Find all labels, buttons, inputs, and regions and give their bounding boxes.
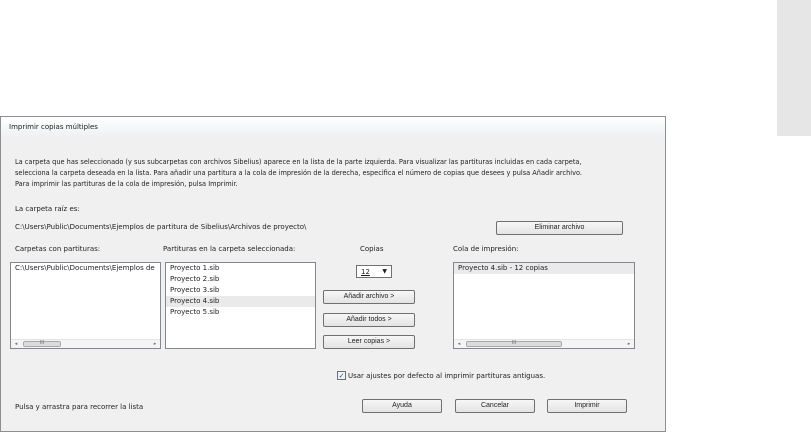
copies-select[interactable]: 12 ▼ xyxy=(356,265,392,278)
scroll-right-icon[interactable]: ▸ xyxy=(625,340,633,348)
list-item[interactable]: Proyecto 2.sib xyxy=(166,274,315,285)
print-queue-listbox[interactable]: Proyecto 4.sib - 12 copias ◂ III ▸ xyxy=(453,262,635,349)
dialog-description: La carpeta que has seleccionado (y sus s… xyxy=(15,158,583,188)
list-item[interactable]: Proyecto 5.sib xyxy=(166,307,315,318)
list-item[interactable]: Proyecto 3.sib xyxy=(166,285,315,296)
print-queue-label: Cola de impresión: xyxy=(453,245,519,253)
copies-value: 12 xyxy=(361,268,370,276)
scrollbar-thumb[interactable]: III xyxy=(23,341,61,347)
scroll-right-icon[interactable]: ▸ xyxy=(151,340,159,348)
root-folder-path: C:\Users\Public\Documents\Ejemplos de pa… xyxy=(15,223,307,231)
side-panel-tab xyxy=(777,0,811,136)
scores-list-label: Partituras en la carpeta seleccionada: xyxy=(163,245,296,253)
print-multiple-copies-dialog: Imprimir copias múltiples La carpeta que… xyxy=(0,116,666,432)
queue-horizontal-scrollbar[interactable]: ◂ III ▸ xyxy=(454,339,634,348)
dialog-titlebar: Imprimir copias múltiples xyxy=(1,117,665,137)
add-all-button[interactable]: Añadir todos > xyxy=(323,313,415,327)
copies-label: Copias xyxy=(360,245,384,253)
scroll-left-icon[interactable]: ◂ xyxy=(455,340,463,348)
use-defaults-label[interactable]: Usar ajustes por defecto al imprimir par… xyxy=(348,372,545,380)
scrollbar-thumb[interactable]: III xyxy=(466,341,562,347)
help-button[interactable]: Ayuda xyxy=(362,399,442,413)
folders-horizontal-scrollbar[interactable]: ◂ III ▸ xyxy=(11,339,160,348)
scroll-left-icon[interactable]: ◂ xyxy=(12,340,20,348)
remove-file-button[interactable]: Eliminar archivo xyxy=(496,221,623,235)
root-folder-label: La carpeta raíz es: xyxy=(15,205,80,213)
folders-listbox[interactable]: C:\Users\Public\Documents\Ejemplos de ◂ … xyxy=(10,262,161,349)
list-item[interactable]: Proyecto 1.sib xyxy=(166,263,315,274)
scroll-hint-text: Pulsa y arrastra para recorrer la lista xyxy=(15,403,144,411)
cancel-button[interactable]: Cancelar xyxy=(455,399,535,413)
list-item-selected[interactable]: Proyecto 4.sib xyxy=(166,296,315,307)
chevron-down-icon[interactable]: ▼ xyxy=(382,268,387,275)
scores-listbox[interactable]: Proyecto 1.sib Proyecto 2.sib Proyecto 3… xyxy=(165,262,316,349)
folders-list-label: Carpetas con partituras: xyxy=(15,245,101,253)
use-defaults-checkbox[interactable]: ✓ xyxy=(337,371,346,380)
dialog-title: Imprimir copias múltiples xyxy=(9,123,98,131)
print-button[interactable]: Imprimir xyxy=(547,399,627,413)
list-item-selected[interactable]: Proyecto 4.sib - 12 copias xyxy=(454,263,634,274)
list-item[interactable]: C:\Users\Public\Documents\Ejemplos de xyxy=(11,263,160,274)
read-copies-button[interactable]: Leer copias > xyxy=(323,335,415,349)
add-file-button[interactable]: Añadir archivo > xyxy=(323,290,415,304)
